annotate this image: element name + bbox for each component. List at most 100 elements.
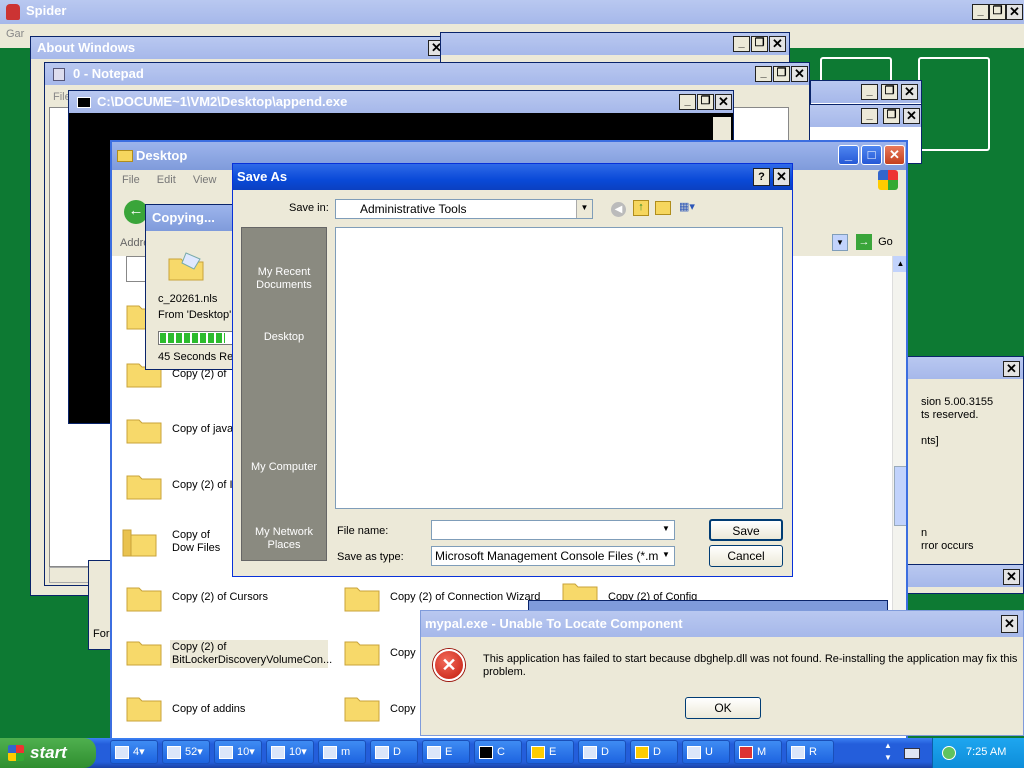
chevron-down-icon[interactable]: ▼ [576,200,592,218]
taskbar-item[interactable]: 10▾ [266,740,314,764]
folder-icon[interactable] [344,636,380,666]
folder-label[interactable]: Copy of addins [172,703,245,716]
taskbar-item[interactable]: 4▾ [110,740,158,764]
error-title: mypal.exe - Unable To Locate Component [425,616,683,631]
chevron-down-icon[interactable]: ▼ [658,547,674,565]
save-type-dropdown[interactable]: Microsoft Management Console Files (*.ms… [431,546,675,566]
maximize-button[interactable]: □ [861,145,882,165]
save-button[interactable]: Save [709,519,783,541]
close-button[interactable]: ✕ [791,66,808,82]
keyboard-icon[interactable] [904,748,920,759]
notepad-titlebar[interactable]: 0 - Notepad [45,63,809,85]
view-menu-icon[interactable]: ▦▾ [679,200,705,216]
folder-icon[interactable] [344,692,380,722]
restore-button[interactable]: ❐ [989,4,1006,20]
help-button[interactable]: ? [753,168,770,186]
place-my-network-places[interactable]: My Network Places [242,526,326,552]
close-button[interactable]: ✕ [884,145,905,165]
minimize-button[interactable]: _ [679,94,696,110]
menu-file[interactable]: File [122,174,140,186]
folder-label[interactable]: Copy (2) of Connection Wizard [390,591,540,604]
copying-dialog[interactable]: Copying... c_20261.nls From 'Desktop' 45… [145,204,237,370]
place-my-recent-documents[interactable]: My Recent Documents [242,266,326,292]
close-button[interactable]: ✕ [773,168,790,186]
close-button[interactable]: ✕ [769,36,786,52]
folder-icon[interactable] [126,582,162,612]
taskbar-item[interactable]: E [526,740,574,764]
tray-icon[interactable] [942,746,956,760]
folder-label[interactable]: Copy (2) of Cursors [172,591,268,604]
taskbar-item[interactable]: C [474,740,522,764]
taskbar-item[interactable]: D [370,740,418,764]
taskbar-item[interactable]: 10▾ [214,740,262,764]
taskbar-item[interactable]: D [578,740,626,764]
taskbar-item[interactable]: E [422,740,470,764]
error-titlebar[interactable]: mypal.exe - Unable To Locate Component [421,611,1023,637]
scroll-thumb[interactable] [894,466,906,526]
folder-label[interactable]: Copy of Dow Files [172,529,232,555]
place-my-computer[interactable]: My Computer [242,461,326,474]
save-in-dropdown[interactable]: Administrative Tools ▼ [335,199,593,219]
restore-button[interactable]: ❐ [883,108,900,124]
folder-label[interactable]: Copy (2) of I [172,479,233,492]
up-folder-icon[interactable]: ↑ [633,200,649,216]
folder-label[interactable]: Copy of java [172,423,233,436]
spider-menu[interactable]: Gar [6,28,24,40]
save-as-dialog[interactable]: Save As ? ✕ Save in: Administrative Tool… [232,163,793,577]
cmd-titlebar[interactable]: C:\DOCUME~1\VM2\Desktop\append.exe [69,91,733,113]
folder-icon[interactable] [126,414,162,444]
folder-icon[interactable] [344,582,380,612]
taskbar-item[interactable]: U [682,740,730,764]
menu-edit[interactable]: Edit [157,174,176,186]
place-desktop[interactable]: Desktop [242,331,326,344]
go-button[interactable]: → Go [856,234,906,252]
taskbar-item[interactable]: 52▾ [162,740,210,764]
close-button[interactable]: ✕ [903,108,920,124]
restore-button[interactable]: ❐ [881,84,898,100]
taskbar-scroll[interactable]: ▲ ▼ [882,740,894,766]
taskbar-item[interactable]: M [734,740,782,764]
chevron-down-icon[interactable]: ▼ [658,521,674,539]
minimize-button[interactable]: _ [861,84,878,100]
open-folder-icon[interactable] [122,522,158,562]
minimize-button[interactable]: _ [733,36,750,52]
minimize-button[interactable]: _ [972,4,989,20]
taskbar-item[interactable]: m [318,740,366,764]
start-button[interactable]: start [0,738,96,768]
close-button[interactable]: ✕ [1003,361,1020,377]
close-button[interactable]: ✕ [901,84,918,100]
minimize-button[interactable]: _ [755,66,772,82]
restore-button[interactable]: ❐ [697,94,714,110]
minimize-button[interactable]: _ [838,145,859,165]
taskbar-item[interactable]: D [630,740,678,764]
cancel-button[interactable]: Cancel [709,545,783,567]
folder-label-selected[interactable]: Copy (2) of BitLockerDiscoveryVolumeCon.… [170,640,332,668]
back-icon[interactable]: ◀ [611,202,626,217]
folder-icon[interactable] [126,636,162,666]
taskbar-item-label: U [705,746,713,758]
ok-button[interactable]: OK [685,697,761,719]
file-name-input[interactable]: ▼ [431,520,675,540]
address-dropdown-icon[interactable]: ▼ [832,234,848,251]
menu-view[interactable]: View [193,174,217,186]
restore-button[interactable]: ❐ [773,66,790,82]
folder-icon[interactable] [126,692,162,722]
new-folder-icon[interactable] [655,201,671,215]
restore-button[interactable]: ❐ [751,36,768,52]
folder-label[interactable]: Copy [390,647,416,660]
about-titlebar[interactable]: About Windows [31,37,449,59]
copying-titlebar[interactable]: Copying... [146,205,236,231]
save-as-titlebar[interactable]: Save As [233,164,792,190]
taskbar-item[interactable]: R [786,740,834,764]
folder-label[interactable]: Copy [390,703,416,716]
file-list-view[interactable] [335,227,783,509]
scroll-up-button[interactable]: ▲ [893,256,906,272]
close-button[interactable]: ✕ [1006,4,1023,20]
error-dialog[interactable]: mypal.exe - Unable To Locate Component ✕… [420,610,1024,736]
folder-icon[interactable] [126,470,162,500]
close-button[interactable]: ✕ [1003,569,1020,585]
spider-titlebar[interactable]: Spider [0,0,1024,24]
close-button[interactable]: ✕ [715,94,732,110]
close-button[interactable]: ✕ [1001,615,1018,633]
minimize-button[interactable]: _ [861,108,878,124]
